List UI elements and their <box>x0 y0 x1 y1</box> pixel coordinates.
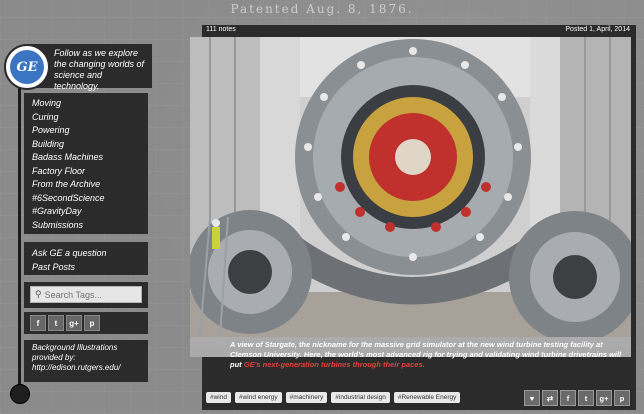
search-tags-input[interactable] <box>41 289 135 300</box>
tag-wind-energy[interactable]: #wind energy <box>234 392 282 403</box>
nav-item-gravityday[interactable]: #GravityDay <box>32 205 148 219</box>
nav-item-ask-ge[interactable]: Ask GE a question <box>32 247 148 261</box>
caption-link[interactable]: GE's next-generation turbines through th… <box>244 360 425 369</box>
post-notes-count[interactable]: 111 notes <box>206 26 236 33</box>
nav-item-past-posts[interactable]: Past Posts <box>32 261 148 275</box>
nav-item-6secondscience[interactable]: #6SecondScience <box>32 192 148 206</box>
nav-item-from-the-archive[interactable]: From the Archive <box>32 178 148 192</box>
sidebar-nav-secondary: Ask GE a question Past Posts <box>24 242 148 275</box>
tag-wind[interactable]: #wind <box>206 392 231 403</box>
sidebar-nav: Moving Curing Powering Building Badass M… <box>24 93 148 234</box>
post-card: 111 notes Posted 1, April, 2014 A view o… <box>190 25 636 410</box>
twitter-icon[interactable]: t <box>48 315 64 331</box>
social-links: f t g+ p <box>24 312 148 334</box>
facebook-icon[interactable]: f <box>560 390 576 406</box>
search-block: ⚲ <box>24 282 148 308</box>
tag-machinery[interactable]: #machinery <box>285 392 328 403</box>
timeline-dot <box>10 384 30 404</box>
facebook-icon[interactable]: f <box>30 315 46 331</box>
post-tags: #wind #wind energy #machinery #industria… <box>206 392 461 403</box>
patent-banner: Patented Aug. 8, 1876. <box>230 2 414 16</box>
nav-item-powering[interactable]: Powering <box>32 124 148 138</box>
nav-item-submissions[interactable]: Submissions <box>32 219 148 233</box>
twitter-icon[interactable]: t <box>578 390 594 406</box>
timeline-line <box>18 70 21 390</box>
stargate-illustration <box>190 37 631 337</box>
search-box: ⚲ <box>30 286 142 303</box>
pinterest-icon[interactable]: p <box>614 390 630 406</box>
google-plus-icon[interactable]: g+ <box>66 315 82 331</box>
post-photo[interactable] <box>190 37 631 357</box>
tag-industrial-design[interactable]: #industrial design <box>331 392 390 403</box>
ge-logo-icon: GE <box>10 50 44 84</box>
google-plus-icon[interactable]: g+ <box>596 390 612 406</box>
tag-renewable-energy[interactable]: #Renewable Energy <box>393 392 461 403</box>
post-date: Posted 1, April, 2014 <box>565 26 630 33</box>
nav-item-badass-machines[interactable]: Badass Machines <box>32 151 148 165</box>
intro-block: Follow as we explore the changing worlds… <box>4 44 152 91</box>
post-caption: A view of Stargate, the nickname for the… <box>230 340 626 380</box>
heart-icon[interactable]: ♥ <box>524 390 540 406</box>
illustration-credit: Background Illustrations provided by: ht… <box>24 340 148 382</box>
pinterest-icon[interactable]: p <box>84 315 100 331</box>
ge-logo[interactable]: GE <box>4 44 50 90</box>
reblog-icon[interactable]: ⇄ <box>542 390 558 406</box>
search-icon: ⚲ <box>35 289 42 299</box>
nav-item-building[interactable]: Building <box>32 138 148 152</box>
nav-item-moving[interactable]: Moving <box>32 97 148 111</box>
post-actions: ♥ ⇄ f t g+ p <box>524 390 630 406</box>
nav-item-factory-floor[interactable]: Factory Floor <box>32 165 148 179</box>
nav-item-curing[interactable]: Curing <box>32 111 148 125</box>
post-header: 111 notes Posted 1, April, 2014 <box>202 25 636 36</box>
